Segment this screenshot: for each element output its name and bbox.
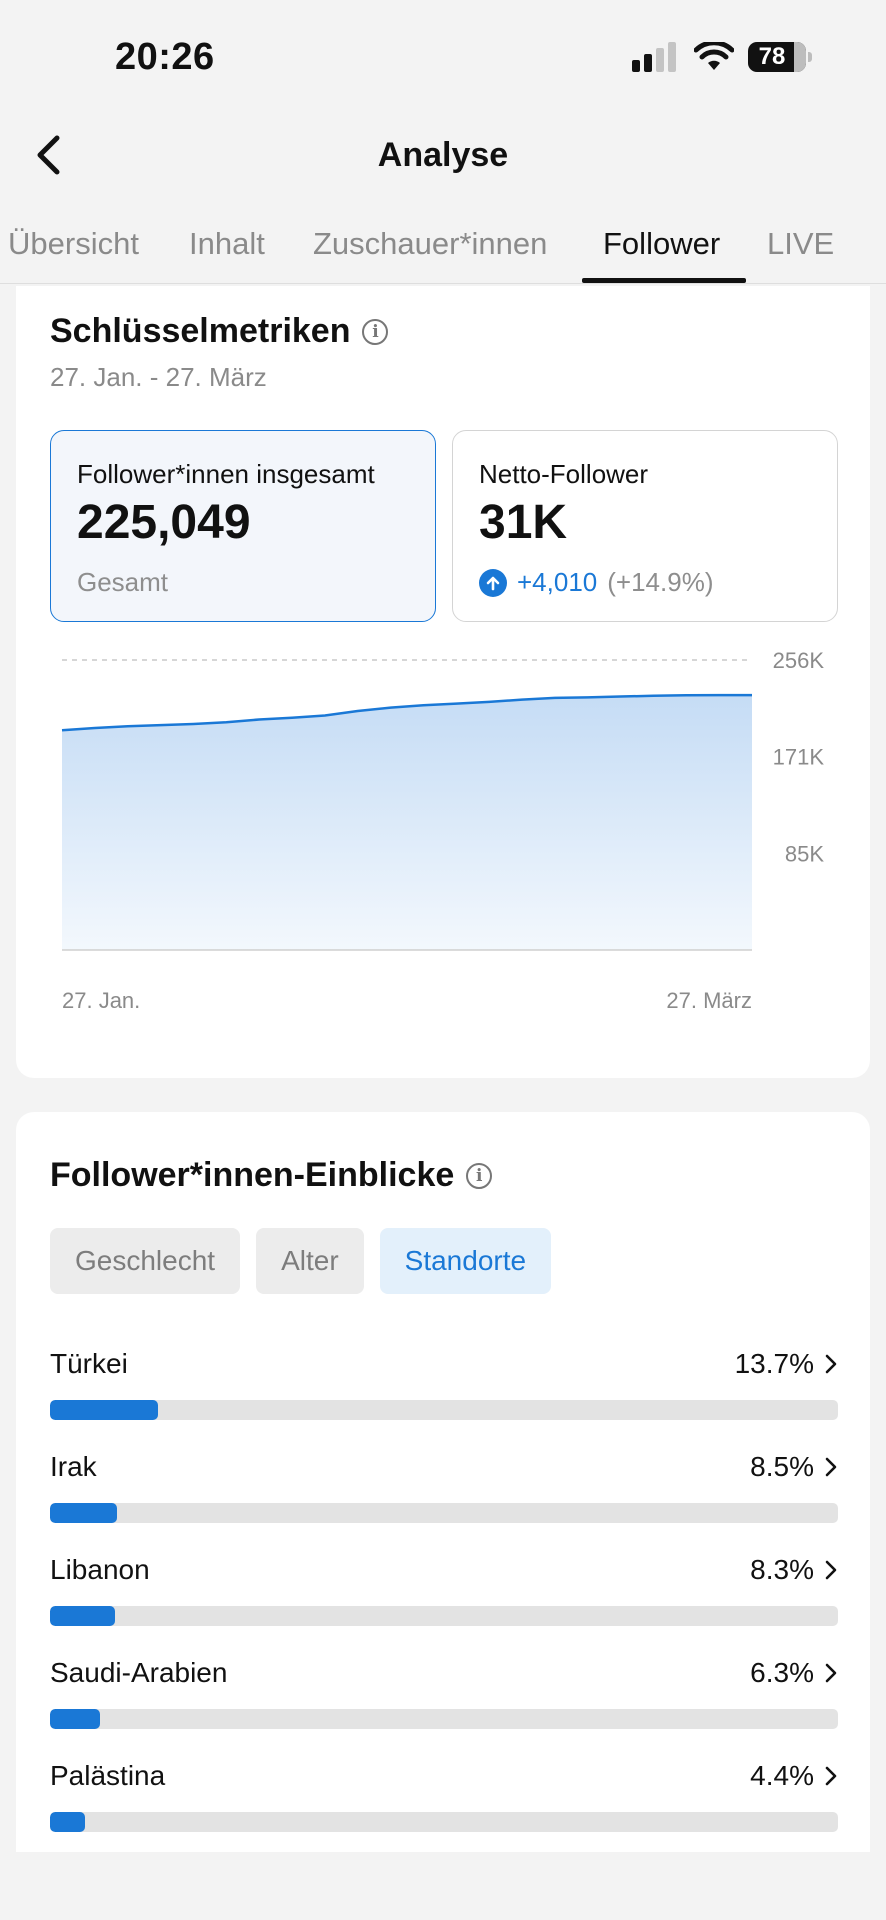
filter-gender[interactable]: Geschlecht — [50, 1228, 241, 1294]
wifi-icon — [694, 42, 734, 70]
total-followers-label: Follower*innen insgesamt — [77, 459, 375, 489]
tab-live[interactable]: LIVE — [767, 226, 834, 262]
location-bar-fill — [50, 1812, 85, 1832]
total-followers-sub: Gesamt — [77, 567, 169, 597]
location-percent: 6.3% — [750, 1657, 814, 1688]
location-item[interactable]: Libanon 8.3% — [50, 1554, 838, 1657]
active-tab-indicator — [582, 278, 746, 283]
location-bar-track — [50, 1503, 838, 1523]
chevron-right-icon — [825, 1560, 837, 1580]
location-percent: 4.4% — [750, 1760, 814, 1791]
location-bar-fill — [50, 1606, 115, 1626]
location-item[interactable]: Türkei 13.7% — [50, 1348, 838, 1451]
battery-icon: 78 — [748, 42, 812, 72]
follower-insights-card: Follower*innen-Einblicke i Geschlecht Al… — [16, 1112, 870, 1852]
status-time: 20:26 — [115, 36, 215, 78]
location-bar-track — [50, 1606, 838, 1626]
location-item[interactable]: Saudi-Arabien 6.3% — [50, 1657, 838, 1760]
location-percent: 13.7% — [734, 1348, 814, 1379]
chevron-right-icon — [825, 1457, 837, 1477]
net-followers-delta-value: +4,010 — [517, 567, 598, 597]
followers-chart-svg: 256K 171K 85K 27. Jan. 27. März — [61, 648, 825, 1013]
location-value: 6.3% — [750, 1657, 838, 1689]
total-followers-card[interactable]: Follower*innen insgesamt 225,049 Gesamt — [50, 430, 436, 622]
location-value: 8.5% — [750, 1451, 838, 1483]
total-followers-value: 225,049 — [77, 496, 251, 549]
tab-follower[interactable]: Follower — [603, 226, 720, 262]
location-name: Saudi-Arabien — [50, 1657, 228, 1688]
insights-title: Follower*innen-Einblicke — [50, 1156, 455, 1194]
location-bar-fill — [50, 1709, 100, 1729]
net-followers-delta-pct: (+14.9%) — [607, 567, 714, 597]
page-title: Analyse — [377, 136, 509, 174]
x-tick-label-end: 27. März — [666, 988, 752, 1013]
y-tick-label: 171K — [773, 744, 825, 769]
location-item[interactable]: Irak 8.5% — [50, 1451, 838, 1554]
y-tick-label: 85K — [785, 842, 824, 867]
location-name: Palästina — [50, 1760, 166, 1791]
battery-level: 78 — [758, 43, 786, 70]
net-followers-label: Netto-Follower — [479, 459, 649, 489]
filter-locations[interactable]: Standorte — [379, 1228, 552, 1294]
location-name: Türkei — [50, 1348, 128, 1379]
status-icons: 78 — [632, 42, 812, 72]
chart-area — [62, 695, 752, 950]
location-percent: 8.5% — [750, 1451, 814, 1482]
location-value: 13.7% — [735, 1348, 838, 1380]
location-bar-track — [50, 1812, 838, 1832]
location-value: 8.3% — [750, 1554, 838, 1586]
key-metrics-title: Schlüsselmetriken — [50, 312, 351, 350]
net-followers-delta: +4,010 (+14.9%) — [479, 567, 713, 598]
chevron-right-icon — [825, 1663, 837, 1683]
location-name: Irak — [50, 1451, 97, 1482]
y-tick-label: 256K — [773, 648, 825, 673]
net-followers-card[interactable]: Netto-Follower 31K +4,010 (+14.9%) — [452, 430, 838, 622]
location-value: 4.4% — [750, 1760, 838, 1792]
location-item[interactable]: Palästina 4.4% — [50, 1760, 838, 1863]
date-range: 27. Jan. - 27. März — [50, 362, 267, 392]
location-bar-track — [50, 1400, 838, 1420]
status-bar: 20:26 78 — [0, 0, 886, 110]
key-metrics-heading: Schlüsselmetriken i — [50, 312, 389, 351]
net-followers-value: 31K — [479, 496, 568, 549]
signal-icon — [632, 42, 680, 72]
insights-filter-row: Geschlecht Alter Standorte — [50, 1228, 552, 1294]
tab-overview[interactable]: Übersicht — [8, 226, 139, 262]
info-icon[interactable]: i — [466, 1162, 493, 1189]
arrow-up-icon — [479, 568, 507, 597]
info-icon[interactable]: i — [362, 318, 389, 345]
tab-viewers[interactable]: Zuschauer*innen — [313, 226, 547, 262]
key-metrics-card: Schlüsselmetriken i 27. Jan. - 27. März … — [16, 286, 870, 1078]
followers-chart: 256K 171K 85K 27. Jan. 27. März — [16, 646, 870, 1056]
tab-bar: Übersicht Inhalt Zuschauer*innen Followe… — [0, 210, 886, 284]
location-bar-fill — [50, 1400, 158, 1420]
header: Analyse — [0, 110, 886, 202]
location-name: Libanon — [50, 1554, 150, 1585]
tab-content[interactable]: Inhalt — [189, 226, 265, 262]
x-tick-label-start: 27. Jan. — [62, 988, 140, 1013]
chevron-right-icon — [825, 1354, 837, 1374]
insights-heading: Follower*innen-Einblicke i — [50, 1156, 493, 1195]
location-bar-fill — [50, 1503, 117, 1523]
location-bar-track — [50, 1709, 838, 1729]
chevron-right-icon — [825, 1766, 837, 1786]
filter-age[interactable]: Alter — [256, 1228, 364, 1294]
location-list: Türkei 13.7% Irak 8.5% Libanon 8.3% Saudi-Arab… — [50, 1348, 838, 1863]
location-percent: 8.3% — [750, 1554, 814, 1585]
